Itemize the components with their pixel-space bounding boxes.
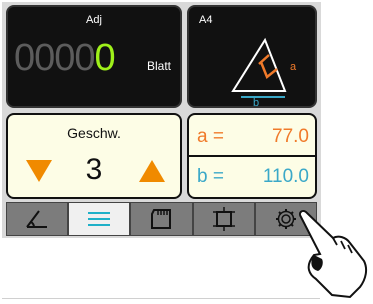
side-a-value: 77.0 [272,126,309,147]
divider-line [2,298,320,299]
angle-icon [26,210,48,228]
speed-title: Geschw. [67,125,121,141]
list-icon [88,212,111,226]
side-a-row: a = 77.0 [197,119,309,155]
counter-digit-active: 0 [94,37,116,79]
pointing-hand-icon [298,209,368,299]
side-b-value: 110.0 [262,166,309,187]
crop-icon [212,207,235,231]
counter-digits-inactive: 0000 [14,37,96,79]
speed-increase-button[interactable] [139,160,165,182]
side-b-label: b = [197,166,224,187]
device-screen: Adj 00000 Blatt A4 a b Geschw. 3 a = 77.… [2,2,321,238]
triangle-label-a: a [290,61,297,73]
sd-card-icon [150,209,171,229]
angle-panel[interactable]: A4 a b [187,5,317,108]
tab-list[interactable] [68,202,131,236]
tab-format[interactable] [192,202,255,236]
triangle-label-b: b [253,97,259,106]
speed-panel: Geschw. 3 [6,113,182,199]
tab-storage[interactable] [130,202,193,236]
sheet-counter-panel[interactable]: Adj 00000 Blatt [6,5,182,108]
counter-unit: Blatt [147,59,172,73]
bottom-tab-bar [6,202,318,236]
triangle-diagram: a b [231,37,297,106]
counter-title: Adj [86,14,102,26]
counter-display: 00000 [14,37,116,80]
side-b-row: b = 110.0 [197,159,309,195]
tab-angle[interactable] [6,202,69,236]
side-a-label: a = [197,126,224,147]
side-lengths-panel[interactable]: a = 77.0 b = 110.0 [187,113,317,199]
side-divider [189,155,315,157]
